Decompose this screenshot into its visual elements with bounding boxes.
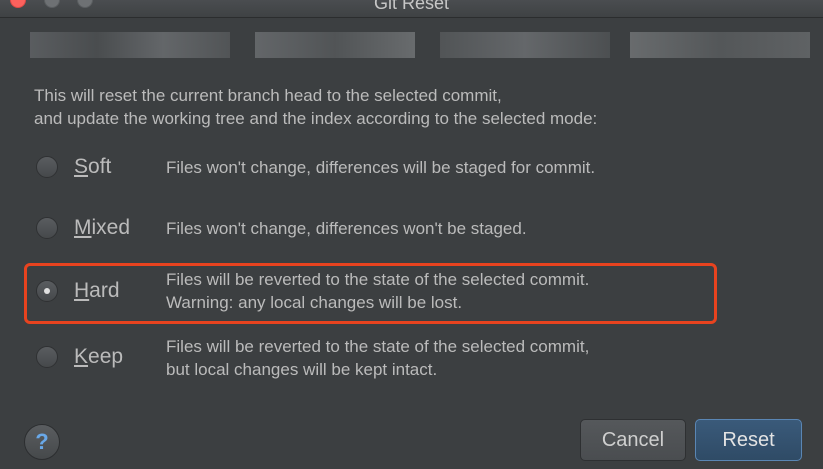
reset-description: This will reset the current branch head … [34, 84, 597, 130]
radio-mixed[interactable] [36, 217, 58, 239]
option-soft-label[interactable]: Soft [74, 155, 111, 179]
radio-keep[interactable] [36, 346, 58, 368]
title-bar: Git Reset [0, 0, 823, 18]
hard-description-line-2: Warning: any local changes will be lost. [166, 293, 463, 312]
option-mixed-description: Files won't change, differences won't be… [166, 219, 527, 238]
redacted-path [255, 32, 415, 58]
keep-description-line-2: but local changes will be kept intact. [166, 360, 438, 379]
reset-button[interactable]: Reset [695, 419, 802, 461]
description-line-1: This will reset the current branch head … [34, 86, 502, 105]
hard-description-line-1: Files will be reverted to the state of t… [166, 270, 590, 289]
redacted-path [630, 32, 810, 58]
keep-description-line-1: Files will be reverted to the state of t… [166, 337, 590, 356]
cancel-button[interactable]: Cancel [580, 419, 686, 461]
option-mixed-label[interactable]: Mixed [74, 216, 130, 240]
option-hard-label[interactable]: Hard [74, 279, 120, 303]
help-button[interactable]: ? [24, 424, 60, 460]
radio-hard[interactable] [36, 280, 58, 302]
window-title: Git Reset [373, 0, 450, 13]
description-line-2: and update the working tree and the inde… [34, 109, 598, 128]
option-keep-description: Files will be reverted to the state of t… [166, 335, 589, 381]
radio-soft[interactable] [36, 156, 58, 178]
option-keep-label[interactable]: Keep [74, 345, 123, 369]
redacted-path [440, 32, 610, 58]
option-soft-description: Files won't change, differences will be … [166, 158, 596, 177]
option-hard-description: Files will be reverted to the state of t… [166, 268, 589, 314]
redacted-path [30, 32, 230, 58]
